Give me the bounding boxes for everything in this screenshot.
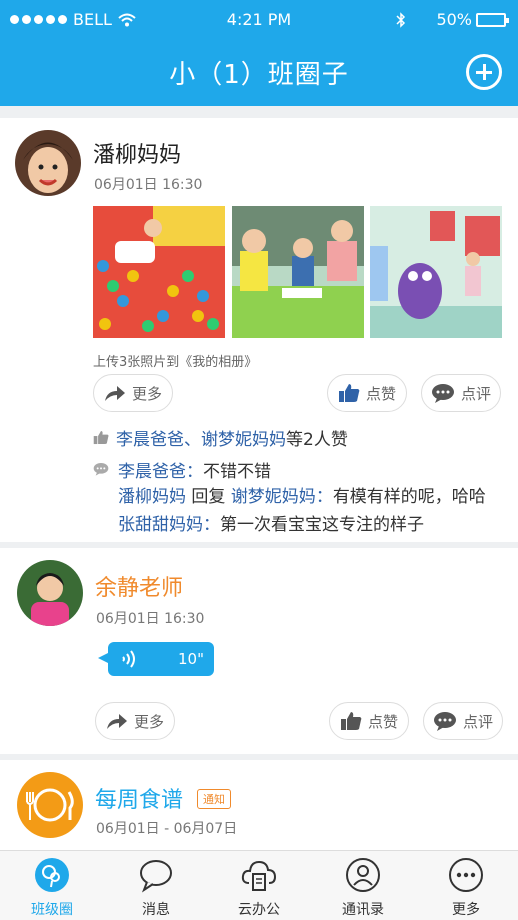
photo-thumbnail[interactable] [232,206,364,338]
comment-row: 潘柳妈妈 回复 谢梦妮妈妈：有模有样的呢，哈哈 [118,482,486,507]
thumbs-up-icon [340,712,362,730]
photo-thumbnail[interactable] [93,206,225,338]
feed[interactable]: 潘柳妈妈 06月01日 16:30 上传3张照片到《我的相册》 更多 点赞 点评… [0,106,518,850]
battery-icon [476,12,509,27]
tab-bar: 班级圈 消息 云办公 通讯录 更多 [0,850,518,920]
page-title: 小（1）班圈子 [169,60,349,90]
comment-text: 不错不错 [203,462,271,482]
voice-duration: 10" [178,650,204,668]
likes-line: 李晨爸爸、谢梦妮妈妈等2人赞 [116,425,348,450]
like-label: 点赞 [365,384,396,403]
bluetooth-icon [396,11,406,28]
voice-message[interactable]: 10" [98,642,214,676]
nav-bar: 小（1）班圈子 [0,38,518,106]
contacts-icon [346,858,380,892]
like-button[interactable]: 点赞 [327,374,407,412]
tab-label: 更多 [452,902,480,918]
comment-text: 第一次看宝宝这专注的样子 [220,515,424,535]
tab-label: 云办公 [238,902,280,918]
menu-avatar [17,772,83,838]
tab-cloud-office[interactable]: 云办公 [207,851,311,920]
comment-text: 有模有样的呢，哈哈 [332,487,486,507]
class-circle-icon [35,858,69,892]
battery-percent: 50% [436,10,472,29]
share-icon [104,386,125,401]
comment-separator: ： [203,515,220,535]
like-button[interactable]: 点赞 [329,702,409,740]
comment-icon [433,712,456,731]
upload-caption: 上传3张照片到《我的相册》 [93,355,258,370]
reply-target[interactable]: 谢梦妮妈妈 [231,487,316,507]
notice-badge: 通知 [197,789,231,809]
avatar[interactable] [17,560,83,626]
poster-name[interactable]: 潘柳妈妈 [93,137,181,169]
voice-wave-icon [122,650,135,668]
poster-name[interactable]: 余静老师 [95,570,183,602]
post-item: 潘柳妈妈 06月01日 16:30 上传3张照片到《我的相册》 更多 点赞 点评… [0,118,518,542]
comment-icon [431,384,454,403]
more-button[interactable]: 更多 [93,374,173,412]
reply-word: 回复 [186,487,231,507]
photo-thumbnail[interactable] [370,206,502,338]
more-button[interactable]: 更多 [95,702,175,740]
status-bar: BELL 4:21 PM 50% [0,0,518,38]
comment-label: 点评 [460,384,491,403]
comment-separator: ： [315,487,333,507]
comment-row: 张甜甜妈妈：第一次看宝宝这专注的样子 [118,510,424,535]
tab-label: 消息 [142,902,170,918]
tab-label: 班级圈 [31,902,73,918]
more-label: 更多 [133,712,164,731]
cloud-office-icon [241,860,277,891]
message-icon [140,860,172,893]
share-icon [106,714,127,729]
menu-date-range: 06月01日 - 06月07日 [96,821,238,837]
tab-contacts[interactable]: 通讯录 [311,851,415,920]
plate-cutlery-icon [26,788,74,822]
comment-label: 点评 [462,712,493,731]
more-icon [449,858,483,892]
comment-button[interactable]: 点评 [423,702,503,740]
more-label: 更多 [131,384,162,403]
comment-row: 李晨爸爸：不错不错 [118,457,271,482]
thumbs-up-icon [338,384,360,402]
menu-title[interactable]: 每周食谱 [95,782,183,814]
tab-messages[interactable]: 消息 [104,851,208,920]
thumbs-up-small-icon [93,430,109,445]
comment-author[interactable]: 潘柳妈妈 [118,487,186,507]
like-label: 点赞 [367,712,398,731]
tab-class-circle[interactable]: 班级圈 [0,851,104,920]
post-time: 06月01日 16:30 [94,177,203,193]
post-item: 余静老师 06月01日 16:30 10" 更多 点赞 点评 [0,548,518,754]
tab-label: 通讯录 [342,902,384,918]
add-post-button[interactable] [466,54,502,90]
comment-small-icon [93,463,109,476]
comment-author[interactable]: 李晨爸爸 [118,462,186,482]
likes-suffix: 等2人赞 [286,430,348,450]
avatar[interactable] [15,130,81,196]
comment-separator: ： [186,462,203,482]
status-right: 50% [396,10,509,29]
comment-author[interactable]: 张甜甜妈妈 [118,515,203,535]
likes-names[interactable]: 李晨爸爸、谢梦妮妈妈 [116,430,286,450]
tab-more[interactable]: 更多 [414,851,518,920]
comment-button[interactable]: 点评 [421,374,501,412]
post-time: 06月01日 16:30 [96,611,205,627]
post-item[interactable]: 每周食谱 通知 06月01日 - 06月07日 [0,760,518,850]
